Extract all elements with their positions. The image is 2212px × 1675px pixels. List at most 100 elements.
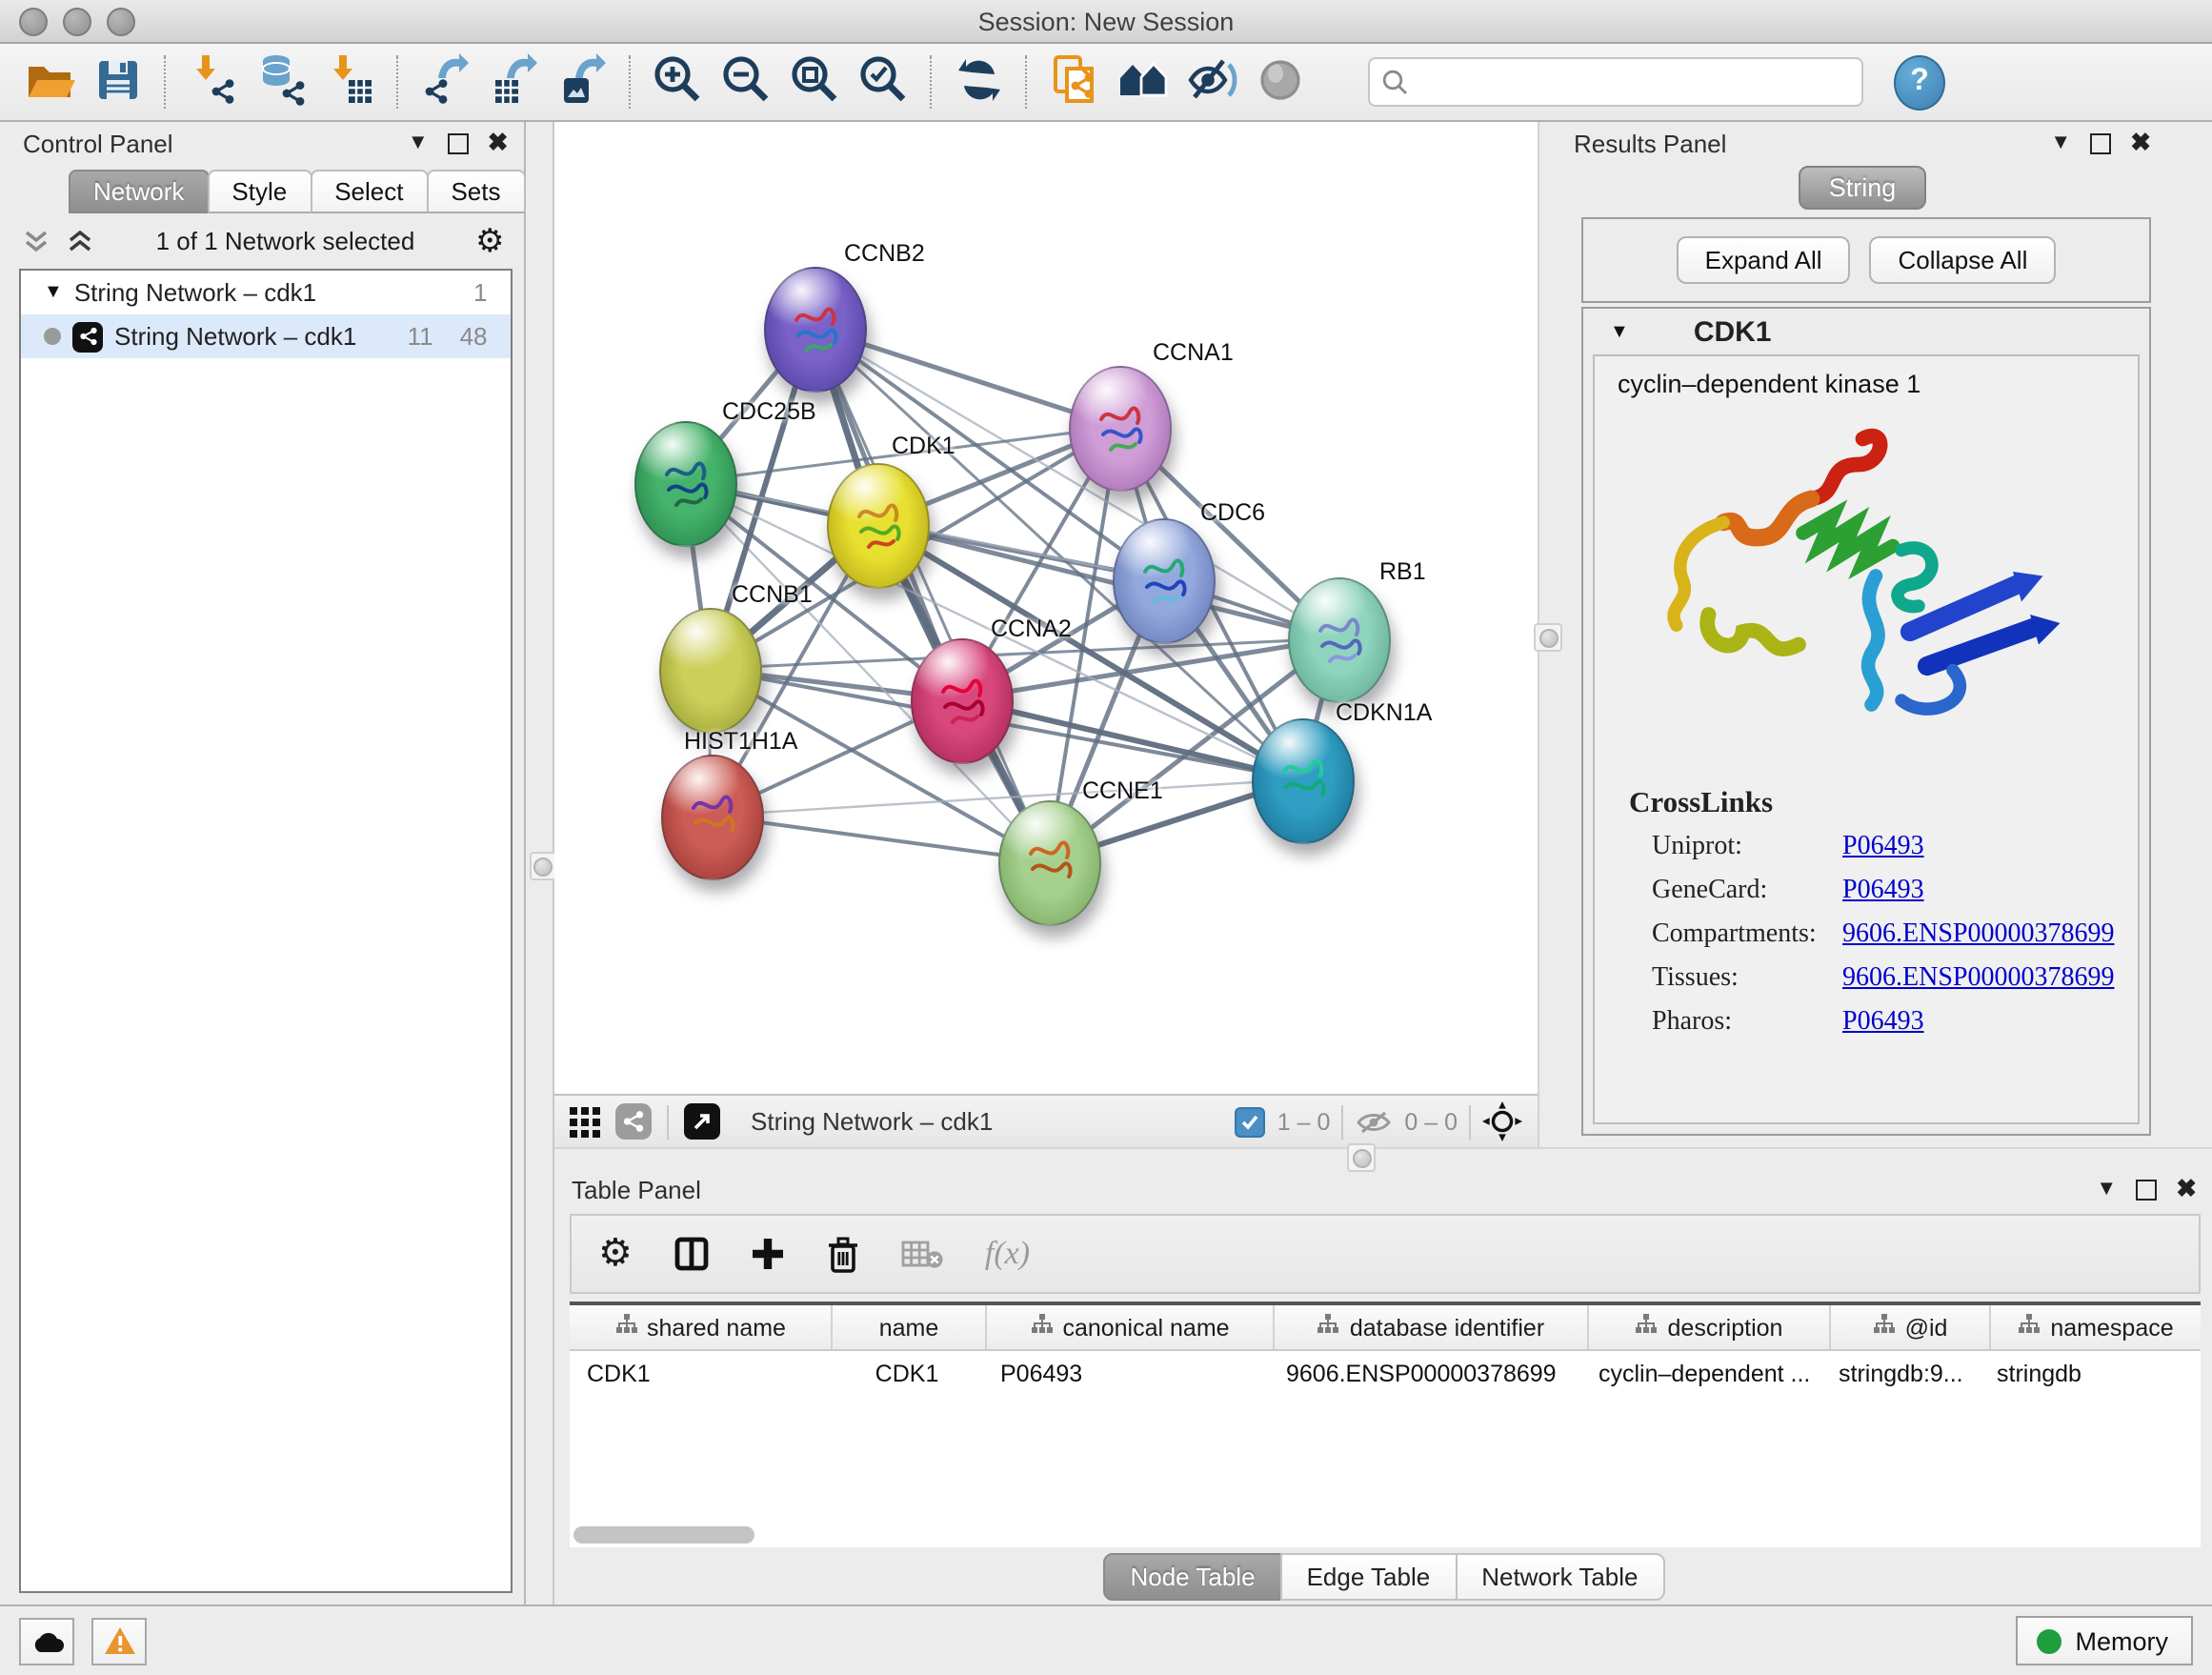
- table-panel-close-icon[interactable]: ✖: [2176, 1174, 2197, 1204]
- cell-database-identifier[interactable]: 9606.ENSP00000378699: [1269, 1360, 1581, 1386]
- node-CCNB2[interactable]: [764, 267, 867, 393]
- network-collection-row[interactable]: ▼ String Network – cdk1 1: [21, 271, 511, 314]
- column-header-database-identifier[interactable]: database identifier: [1275, 1305, 1589, 1349]
- cell-shared-name[interactable]: CDK1: [570, 1360, 831, 1386]
- tab-edge-table[interactable]: Edge Table: [1280, 1552, 1458, 1600]
- zoom-fit-button[interactable]: [781, 51, 850, 112]
- import-table-button[interactable]: [316, 51, 385, 112]
- tab-node-table[interactable]: Node Table: [1103, 1552, 1281, 1600]
- node-RB1[interactable]: [1288, 577, 1391, 703]
- import-network-button[interactable]: [179, 51, 248, 112]
- crosslink-link[interactable]: P06493: [1842, 876, 1924, 906]
- cloud-status-button[interactable]: [19, 1617, 74, 1665]
- node-HIST1H1A[interactable]: [661, 755, 764, 880]
- cell-namespace[interactable]: stringdb: [1980, 1360, 2189, 1386]
- zoom-selected-button[interactable]: [850, 51, 918, 112]
- bottom-splitter-handle[interactable]: [1347, 1143, 1376, 1172]
- node-CDK1[interactable]: [827, 463, 930, 589]
- column-header-name[interactable]: name: [833, 1305, 987, 1349]
- export-image-button[interactable]: [549, 51, 617, 112]
- crosslink-link[interactable]: 9606.ENSP00000378699: [1842, 919, 2114, 950]
- control-panel-menu-icon[interactable]: ▼: [408, 132, 429, 153]
- search-input[interactable]: [1416, 67, 1850, 97]
- node-CDC25B[interactable]: [634, 421, 737, 547]
- results-panel-float-icon[interactable]: [2090, 132, 2111, 153]
- memory-button[interactable]: Memory: [2016, 1616, 2193, 1665]
- collection-expand-arrow-icon[interactable]: ▼: [44, 282, 63, 303]
- tab-network[interactable]: Network: [69, 170, 209, 213]
- table-options-gear-icon[interactable]: ⚙: [598, 1235, 633, 1273]
- network-overview-icon[interactable]: [615, 1103, 652, 1140]
- tab-style[interactable]: Style: [207, 170, 312, 213]
- expand-all-button[interactable]: Expand All: [1677, 236, 1851, 284]
- home-pages-button[interactable]: [1109, 51, 1177, 112]
- open-in-new-window-icon[interactable]: [684, 1103, 720, 1140]
- table-panel-float-icon[interactable]: [2136, 1179, 2157, 1200]
- entry-collapse-arrow-icon[interactable]: ▼: [1610, 321, 1629, 342]
- create-column-plus-icon[interactable]: [751, 1237, 785, 1271]
- expand-all-icon[interactable]: [67, 229, 95, 253]
- table-horizontal-scrollbar[interactable]: [573, 1526, 2188, 1544]
- right-splitter-handle[interactable]: [1534, 623, 1562, 652]
- save-session-button[interactable]: [84, 51, 152, 112]
- column-header-description[interactable]: description: [1589, 1305, 1831, 1349]
- column-header-namespace[interactable]: namespace: [1991, 1305, 2201, 1349]
- cell--id[interactable]: stringdb:9...: [1821, 1360, 1980, 1386]
- table-row[interactable]: CDK1CDK1P064939606.ENSP00000378699cyclin…: [570, 1351, 2201, 1395]
- node-CCNE1[interactable]: [998, 800, 1101, 926]
- refresh-button[interactable]: [945, 51, 1014, 112]
- export-table-button[interactable]: [480, 51, 549, 112]
- table-panel-menu-icon[interactable]: ▼: [2096, 1179, 2117, 1200]
- warning-status-button[interactable]: [91, 1617, 147, 1665]
- zoom-out-button[interactable]: [713, 51, 781, 112]
- cell-name[interactable]: CDK1: [831, 1360, 983, 1386]
- selected-nodes-checkbox[interactable]: [1236, 1106, 1266, 1137]
- node-CCNB1[interactable]: [659, 608, 762, 734]
- left-splitter[interactable]: [526, 122, 555, 1604]
- control-panel-close-icon[interactable]: ✖: [488, 128, 509, 158]
- tab-network-table[interactable]: Network Table: [1455, 1552, 1664, 1600]
- delete-column-trash-icon[interactable]: [827, 1236, 859, 1272]
- network-options-gear-icon[interactable]: ⚙: [475, 225, 505, 257]
- help-button[interactable]: ?: [1894, 54, 1945, 110]
- function-builder-icon[interactable]: f(x): [985, 1235, 1030, 1273]
- column-header-canonical-name[interactable]: canonical name: [987, 1305, 1275, 1349]
- zoom-in-button[interactable]: [644, 51, 713, 112]
- network-row[interactable]: String Network – cdk1 11 48: [21, 314, 511, 358]
- results-panel-menu-icon[interactable]: ▼: [2050, 132, 2071, 153]
- cell-canonical-name[interactable]: P06493: [983, 1360, 1269, 1386]
- tab-sets[interactable]: Sets: [426, 170, 525, 213]
- string-document-button[interactable]: [1040, 51, 1109, 112]
- tab-select[interactable]: Select: [310, 170, 428, 213]
- hidden-elements-eye-icon[interactable]: [1355, 1108, 1393, 1135]
- node-CCNA2[interactable]: [911, 638, 1014, 764]
- tab-string[interactable]: String: [1799, 166, 1927, 210]
- import-database-button[interactable]: [248, 51, 316, 112]
- results-panel-close-icon[interactable]: ✖: [2130, 128, 2151, 158]
- node-CDKN1A[interactable]: [1252, 718, 1355, 844]
- hide-results-panel-button[interactable]: [1177, 51, 1246, 112]
- crosslink-link[interactable]: 9606.ENSP00000378699: [1842, 963, 2114, 994]
- node-CCNA1[interactable]: [1069, 366, 1172, 492]
- delete-table-icon[interactable]: [901, 1239, 943, 1269]
- fit-selected-crosshair-icon[interactable]: [1482, 1101, 1522, 1141]
- control-panel-float-icon[interactable]: [448, 132, 469, 153]
- right-splitter[interactable]: [1538, 122, 1558, 1147]
- export-network-button[interactable]: [412, 51, 480, 112]
- node-CDC6[interactable]: [1113, 518, 1216, 644]
- bottom-splitter[interactable]: [554, 1147, 2212, 1168]
- birdseye-grid-icon[interactable]: [570, 1106, 600, 1137]
- cell-description[interactable]: cyclin–dependent ...: [1581, 1360, 1821, 1386]
- collapse-all-icon[interactable]: [23, 229, 51, 253]
- column-header--id[interactable]: @id: [1831, 1305, 1991, 1349]
- left-splitter-handle[interactable]: [530, 852, 558, 880]
- collapse-all-button[interactable]: Collapse All: [1870, 236, 2057, 284]
- network-canvas[interactable]: CCNB2CCNA1CDC25BCDK1CDC6RB1CCNB1CCNA2CDK…: [554, 122, 1538, 1094]
- open-session-button[interactable]: [15, 51, 84, 112]
- show-columns-icon[interactable]: [674, 1237, 709, 1271]
- show-eye-button[interactable]: [1246, 51, 1315, 112]
- search-box[interactable]: [1368, 57, 1863, 107]
- crosslink-link[interactable]: P06493: [1842, 1007, 1924, 1038]
- crosslink-link[interactable]: P06493: [1842, 832, 1924, 862]
- column-header-shared-name[interactable]: shared name: [570, 1305, 833, 1349]
